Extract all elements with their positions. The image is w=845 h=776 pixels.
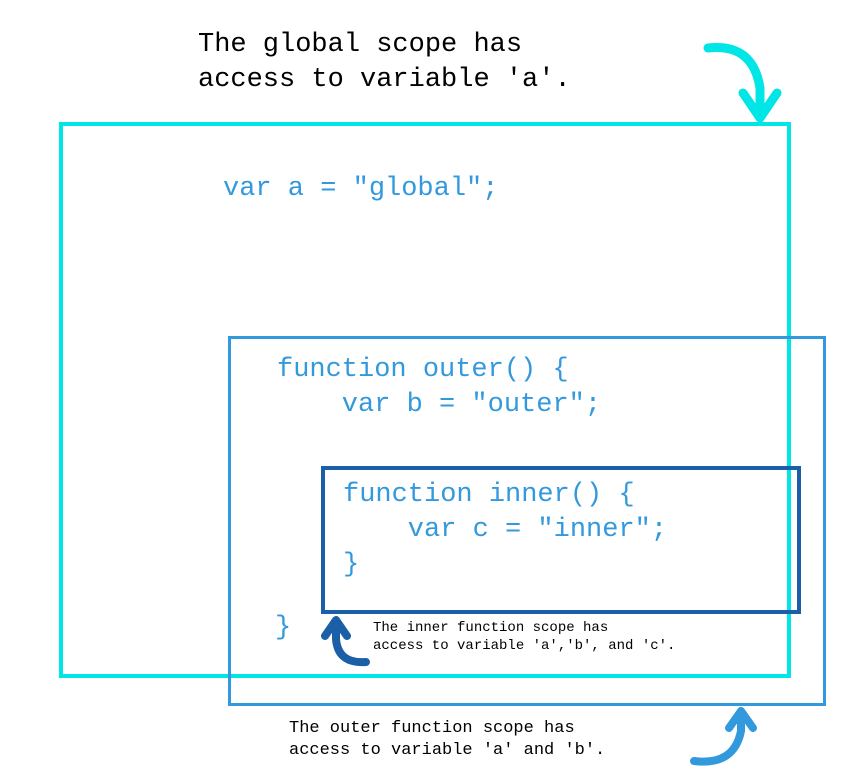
outer-var-declaration: var b = "outer"; xyxy=(277,388,601,423)
arrow-down-icon xyxy=(698,38,788,128)
inner-close-brace: } xyxy=(343,548,667,583)
inner-code: function inner() { var c = "inner"; } xyxy=(343,478,667,583)
inner-scope-box: function inner() { var c = "inner"; } xyxy=(321,466,801,614)
outer-code: function outer() { var b = "outer"; xyxy=(277,353,601,423)
arrow-up-left-icon xyxy=(318,614,373,669)
global-var-declaration: var a = "global"; xyxy=(223,172,498,207)
inner-function-open: function inner() { xyxy=(343,478,667,513)
global-scope-title: The global scope has access to variable … xyxy=(198,28,571,98)
inner-var-declaration: var c = "inner"; xyxy=(343,513,667,548)
global-scope-box: var a = "global"; function outer() { var… xyxy=(59,122,791,678)
outer-close-brace: } xyxy=(275,613,291,643)
outer-scope-annotation: The outer function scope has access to v… xyxy=(289,718,605,762)
inner-scope-annotation: The inner function scope has access to v… xyxy=(373,619,675,655)
arrow-up-right-icon xyxy=(689,706,764,776)
outer-function-open: function outer() { xyxy=(277,353,601,388)
global-code: var a = "global"; xyxy=(223,172,498,207)
